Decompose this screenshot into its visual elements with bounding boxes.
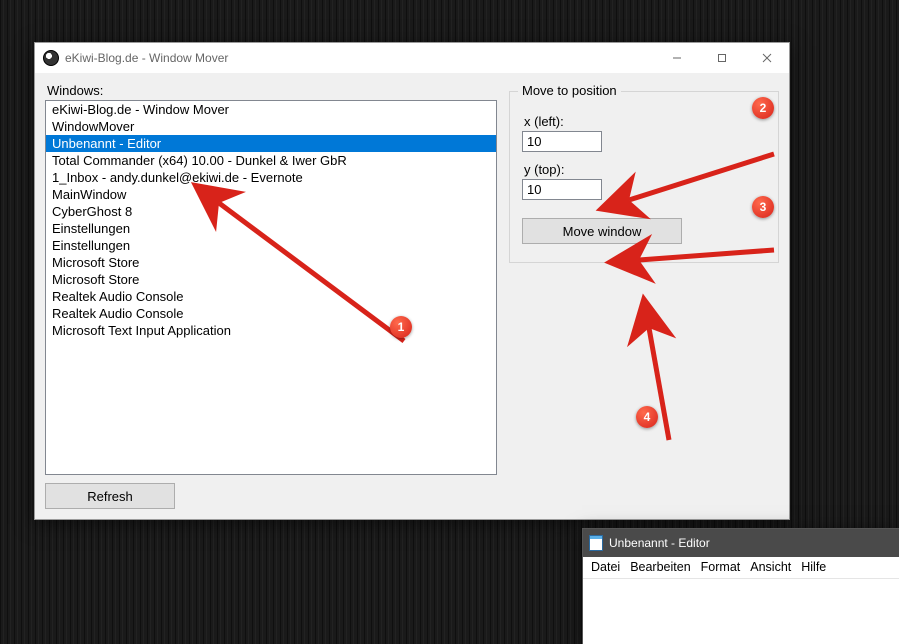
- refresh-button[interactable]: Refresh: [45, 483, 175, 509]
- list-item[interactable]: Realtek Audio Console: [46, 305, 496, 322]
- window-title: eKiwi-Blog.de - Window Mover: [65, 51, 228, 65]
- list-item[interactable]: 1_Inbox - andy.dunkel@ekiwi.de - Evernot…: [46, 169, 496, 186]
- windows-label: Windows:: [45, 83, 497, 98]
- list-item[interactable]: Microsoft Store: [46, 271, 496, 288]
- notepad-window: Unbenannt - Editor Datei Bearbeiten Format…: [582, 528, 899, 644]
- menu-item[interactable]: Format: [701, 560, 741, 575]
- x-label: x (left):: [522, 114, 766, 129]
- groupbox-title: Move to position: [518, 83, 621, 98]
- callout-3: 3: [752, 196, 774, 218]
- close-button[interactable]: [744, 43, 789, 73]
- list-item[interactable]: Einstellungen: [46, 220, 496, 237]
- titlebar[interactable]: eKiwi-Blog.de - Window Mover: [35, 43, 789, 73]
- minimize-button[interactable]: [654, 43, 699, 73]
- callout-2: 2: [752, 97, 774, 119]
- menu-item[interactable]: Bearbeiten: [630, 560, 690, 575]
- list-item[interactable]: Unbenannt - Editor: [46, 135, 496, 152]
- y-input[interactable]: [522, 179, 602, 200]
- list-item[interactable]: WindowMover: [46, 118, 496, 135]
- callout-1: 1: [390, 316, 412, 338]
- notepad-title: Unbenannt - Editor: [609, 536, 710, 550]
- list-item[interactable]: Microsoft Store: [46, 254, 496, 271]
- move-groupbox: Move to position x (left): y (top): Move…: [509, 91, 779, 263]
- menu-item[interactable]: Ansicht: [750, 560, 791, 575]
- list-item[interactable]: Total Commander (x64) 10.00 - Dunkel & I…: [46, 152, 496, 169]
- menu-item[interactable]: Datei: [591, 560, 620, 575]
- notepad-titlebar[interactable]: Unbenannt - Editor: [583, 529, 899, 557]
- list-item[interactable]: eKiwi-Blog.de - Window Mover: [46, 101, 496, 118]
- app-icon: [43, 50, 59, 66]
- window-mover-app: eKiwi-Blog.de - Window Mover Windows: eK…: [34, 42, 790, 520]
- list-item[interactable]: Microsoft Text Input Application: [46, 322, 496, 339]
- list-item[interactable]: MainWindow: [46, 186, 496, 203]
- move-window-button[interactable]: Move window: [522, 218, 682, 244]
- callout-4: 4: [636, 406, 658, 428]
- windows-listbox[interactable]: eKiwi-Blog.de - Window MoverWindowMoverU…: [45, 100, 497, 475]
- list-item[interactable]: Realtek Audio Console: [46, 288, 496, 305]
- notepad-menubar: Datei Bearbeiten Format Ansicht Hilfe: [583, 557, 899, 579]
- y-label: y (top):: [522, 162, 766, 177]
- list-item[interactable]: CyberGhost 8: [46, 203, 496, 220]
- x-input[interactable]: [522, 131, 602, 152]
- menu-item[interactable]: Hilfe: [801, 560, 826, 575]
- notepad-icon: [589, 535, 603, 551]
- maximize-button[interactable]: [699, 43, 744, 73]
- list-item[interactable]: Einstellungen: [46, 237, 496, 254]
